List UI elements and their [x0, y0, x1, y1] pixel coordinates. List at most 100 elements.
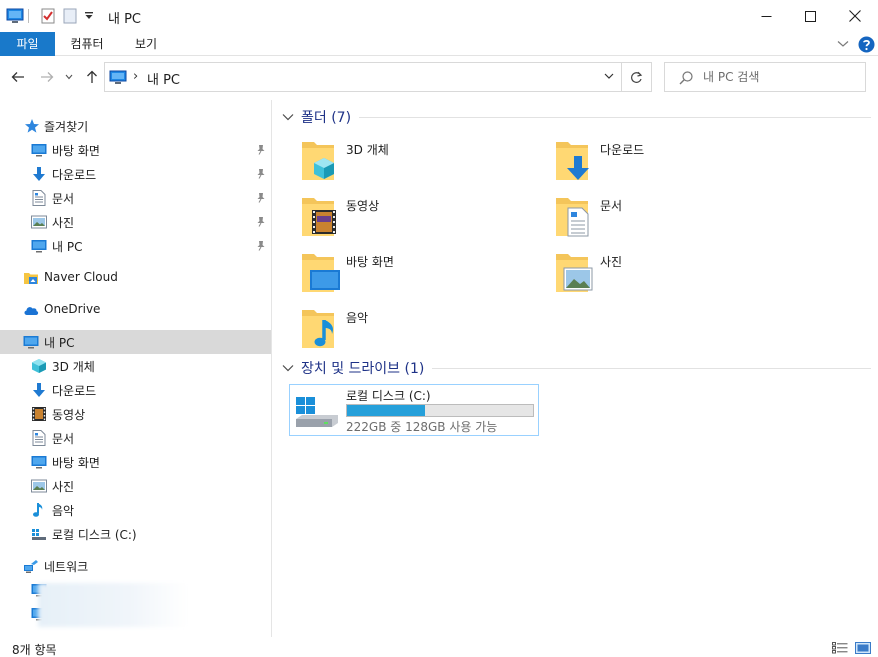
forward-button[interactable] [36, 66, 58, 88]
nav-this-pc[interactable]: 내 PC [0, 330, 271, 354]
pin-icon[interactable] [256, 216, 266, 230]
nav-qa-this-pc[interactable]: 내 PC [0, 234, 271, 258]
folder-3d-objects[interactable]: 3D 개체 [300, 138, 550, 190]
nav-pc-local-disk[interactable]: 로컬 디스크 (C:) [0, 522, 271, 546]
nav-qa-pictures[interactable]: 사진 [0, 210, 271, 234]
video-icon [31, 406, 47, 422]
expand-ribbon-button[interactable] [836, 36, 850, 52]
folder-documents[interactable]: 문서 [554, 194, 804, 246]
properties-icon[interactable] [40, 7, 56, 25]
address-history-button[interactable] [603, 70, 615, 85]
back-button[interactable] [7, 66, 29, 88]
help-button[interactable] [857, 35, 875, 53]
drive-usage-bar [346, 404, 534, 417]
refresh-icon [631, 71, 643, 83]
maximize-button[interactable] [788, 0, 832, 32]
search-input[interactable] [703, 68, 858, 86]
chevron-down-icon [65, 74, 73, 80]
tab-computer[interactable]: 컴퓨터 [58, 32, 116, 56]
search-icon [679, 71, 693, 88]
nav-pc-desktop[interactable]: 바탕 화면 [0, 450, 271, 474]
nav-pc-downloads[interactable]: 다운로드 [0, 378, 271, 402]
drive-space-info: 222GB 중 128GB 사용 가능 [346, 420, 498, 434]
folder-name: 문서 [600, 199, 623, 213]
tiles-view-icon [855, 642, 871, 654]
folder-pictures[interactable]: 사진 [554, 250, 804, 302]
recent-locations-button[interactable] [61, 66, 77, 88]
details-view-button[interactable] [832, 642, 848, 654]
close-icon [849, 10, 861, 22]
nav-label: 사진 [52, 216, 75, 230]
folder-name: 바탕 화면 [346, 255, 394, 269]
nav-pc-documents[interactable]: 문서 [0, 426, 271, 450]
search-box[interactable] [664, 62, 866, 92]
folder-downloads[interactable]: 다운로드 [554, 138, 804, 190]
nav-quick-access[interactable]: 즐겨찾기 [0, 114, 271, 138]
folder-desktop[interactable]: 바탕 화면 [300, 250, 550, 302]
folder-desktop-icon [302, 254, 340, 292]
help-icon [858, 36, 874, 52]
nav-pc-3d-objects[interactable]: 3D 개체 [0, 354, 271, 378]
group-divider [432, 367, 871, 369]
nav-label: 음악 [52, 504, 75, 518]
drives-group-header[interactable]: 장치 및 드라이브 (1) [281, 358, 871, 378]
nav-qa-downloads[interactable]: 다운로드 [0, 162, 271, 186]
nav-pc-pictures[interactable]: 사진 [0, 474, 271, 498]
drive-icon [296, 397, 338, 427]
close-button[interactable] [833, 0, 877, 32]
drive-local-disk-c[interactable]: 로컬 디스크 (C:) 222GB 중 128GB 사용 가능 [289, 384, 539, 436]
tiles-view-button[interactable] [855, 642, 871, 654]
nav-pc-videos[interactable]: 동영상 [0, 402, 271, 426]
picture-icon [31, 214, 47, 230]
redacted-area [38, 583, 188, 627]
breadcrumb-separator[interactable]: › [133, 69, 138, 84]
nav-qa-documents[interactable]: 문서 [0, 186, 271, 210]
folder-name: 3D 개체 [346, 143, 389, 157]
minimize-button[interactable] [744, 0, 788, 32]
window-title: 내 PC [108, 12, 142, 27]
nav-label: 다운로드 [52, 384, 97, 398]
new-folder-icon[interactable] [62, 7, 78, 25]
pin-icon[interactable] [256, 144, 266, 158]
folders-group-header[interactable]: 폴더 (7) [281, 107, 871, 127]
drive-name: 로컬 디스크 (C:) [346, 389, 431, 403]
chevron-down-icon [281, 110, 295, 124]
nav-label: 내 PC [44, 336, 75, 350]
customize-qa-icon[interactable] [82, 7, 96, 25]
details-view-icon [832, 642, 848, 654]
nav-label: 바탕 화면 [52, 144, 100, 158]
arrow-left-icon [11, 72, 24, 82]
nav-network[interactable]: 네트워크 [0, 554, 271, 578]
nav-label: 3D 개체 [52, 360, 95, 374]
pin-icon[interactable] [256, 192, 266, 206]
nav-onedrive[interactable]: OneDrive [0, 298, 271, 322]
title-bar: 내 PC [0, 0, 878, 32]
folder-music[interactable]: 음악 [300, 306, 550, 358]
chevron-down-icon [604, 73, 614, 79]
nav-label: OneDrive [44, 302, 101, 316]
up-button[interactable] [81, 66, 103, 88]
computer-icon [31, 238, 47, 254]
nav-qa-desktop[interactable]: 바탕 화면 [0, 138, 271, 162]
breadcrumb-this-pc[interactable]: 내 PC [147, 69, 180, 88]
tab-file[interactable]: 파일 [0, 32, 55, 56]
star-icon [24, 118, 40, 134]
address-bar[interactable]: › 내 PC [104, 62, 622, 92]
3d-objects-icon [31, 358, 47, 374]
folder-downloads-icon [556, 142, 589, 180]
tab-view[interactable]: 보기 [120, 32, 172, 56]
nav-label: 동영상 [52, 408, 86, 422]
computer-icon[interactable] [6, 7, 24, 25]
nav-pc-music[interactable]: 음악 [0, 498, 271, 522]
folder-name: 다운로드 [600, 143, 645, 157]
nav-label: 바탕 화면 [52, 456, 100, 470]
cloud-icon [23, 302, 39, 318]
pin-icon[interactable] [256, 168, 266, 182]
drive-icon [31, 526, 47, 542]
refresh-button[interactable] [622, 62, 652, 92]
item-count: 8개 항목 [12, 643, 57, 657]
drives-group-title: 장치 및 드라이브 (1) [301, 361, 425, 377]
nav-naver-cloud[interactable]: Naver Cloud [0, 266, 271, 290]
folder-videos[interactable]: 동영상 [300, 194, 550, 246]
pin-icon[interactable] [256, 240, 266, 254]
